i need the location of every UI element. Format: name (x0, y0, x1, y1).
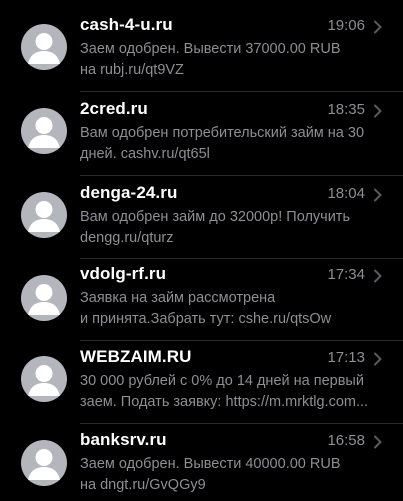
preview-line: dengg.ru/qturz (80, 230, 174, 246)
sender-name: denga-24.ru (80, 183, 178, 202)
message-preview: Вам одобрен потребительский займ на 30 д… (80, 123, 380, 165)
avatar (21, 192, 67, 238)
person-placeholder-icon (28, 201, 60, 232)
message-preview: Заем одобрен. Вывести 40000.00 RUB на dn… (80, 454, 380, 496)
chevron-right-icon (374, 269, 382, 283)
preview-line: на dngt.ru/GvQGy9 (80, 477, 206, 493)
avatar (21, 356, 67, 402)
sender-name: WEBZAIM.RU (80, 347, 192, 366)
avatar (21, 108, 67, 154)
chevron-right-icon (374, 352, 382, 366)
chevron-right-icon (374, 188, 382, 202)
preview-line: Заявка на займ рассмотрена (80, 290, 276, 306)
message-preview: Вам одобрен займ до 32000р! Получить den… (80, 207, 380, 249)
message-preview: Заем одобрен. Вывести 37000.00 RUB на ru… (80, 39, 380, 81)
avatar (21, 440, 67, 486)
person-placeholder-icon (28, 284, 60, 315)
preview-line: на rubj.ru/qt9VZ (80, 62, 184, 78)
preview-line: заем. Подать заявку: https://m.mrktlg.co… (80, 394, 369, 410)
conversation-row[interactable]: 2cred.ru 18:35 Вам одобрен потребительск… (0, 84, 403, 168)
preview-line: Вам одобрен займ до 32000р! Получить (80, 209, 351, 225)
message-time: 16:58 (327, 432, 365, 449)
message-time: 18:35 (327, 101, 365, 118)
preview-line: Вам одобрен потребительский займ на 30 (80, 125, 365, 141)
message-time: 17:34 (327, 266, 365, 283)
message-time: 19:06 (327, 17, 365, 34)
person-placeholder-icon (28, 117, 60, 148)
person-placeholder-icon (28, 365, 60, 396)
preview-line: Заем одобрен. Вывести 37000.00 RUB (80, 41, 341, 57)
preview-line: 30 000 рублей с 0% до 14 дней на первый (80, 373, 364, 389)
preview-line: Заем одобрен. Вывести 40000.00 RUB (80, 456, 341, 472)
conversation-row[interactable]: banksrv.ru 16:58 Заем одобрен. Вывести 4… (0, 417, 403, 501)
message-preview: Заявка на займ рассмотрена и принята.Заб… (80, 288, 380, 330)
avatar (21, 275, 67, 321)
message-time: 17:13 (327, 349, 365, 366)
conversation-row[interactable]: WEBZAIM.RU 17:13 30 000 рублей с 0% до 1… (0, 334, 403, 418)
chevron-right-icon (374, 104, 382, 118)
message-time: 18:04 (327, 185, 365, 202)
chevron-right-icon (374, 20, 382, 34)
message-preview: 30 000 рублей с 0% до 14 дней на первый … (80, 371, 380, 413)
person-placeholder-icon (28, 33, 60, 64)
sender-name: banksrv.ru (80, 430, 167, 449)
avatar (21, 24, 67, 70)
conversation-row[interactable]: cash-4-u.ru 19:06 Заем одобрен. Вывести … (0, 0, 403, 84)
chevron-right-icon (374, 435, 382, 449)
sender-name: vdolg-rf.ru (80, 264, 167, 283)
person-placeholder-icon (28, 449, 60, 480)
sender-name: 2cred.ru (80, 99, 148, 118)
preview-line: и принята.Забрать тут: cshe.ru/qtsOw (80, 311, 332, 327)
conversation-row[interactable]: vdolg-rf.ru 17:34 Заявка на займ рассмот… (0, 251, 403, 335)
preview-line: дней. cashv.ru/qt65l (80, 146, 210, 162)
conversation-row[interactable]: denga-24.ru 18:04 Вам одобрен займ до 32… (0, 168, 403, 252)
sender-name: cash-4-u.ru (80, 15, 173, 34)
